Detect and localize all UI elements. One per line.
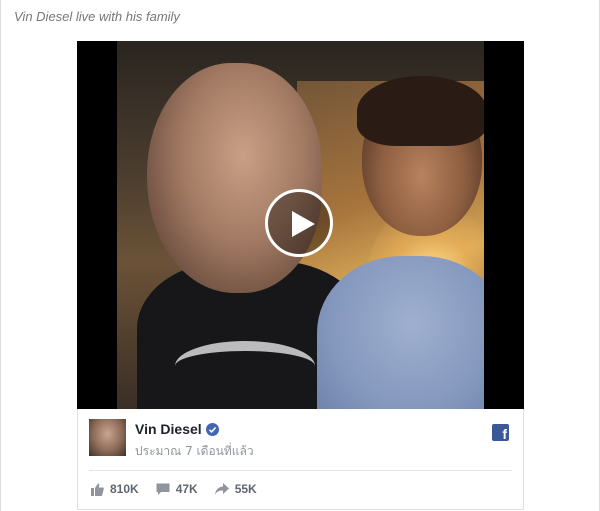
- thumbnail-child-body: [317, 256, 484, 409]
- play-icon: [292, 211, 315, 237]
- comment-stat[interactable]: 47K: [156, 482, 198, 496]
- thumbnail-shirt-print: [175, 341, 315, 391]
- like-stat[interactable]: 810K: [91, 482, 139, 496]
- comment-icon: [156, 483, 170, 495]
- post-card: Vin Diesel ประมาณ 7 เดือนที่แล้ว f 810K: [77, 409, 524, 510]
- engagement-stats: 810K 47K 55K: [91, 482, 274, 496]
- video-player[interactable]: [77, 41, 524, 409]
- divider: [89, 470, 512, 471]
- share-icon: [214, 483, 229, 495]
- verified-badge-icon: [206, 423, 219, 436]
- facebook-video-embed: Vin Diesel ประมาณ 7 เดือนที่แล้ว f 810K: [77, 41, 524, 510]
- thumbnail-man-head: [147, 63, 322, 293]
- page: Vin Diesel live with his family Vin Dies…: [0, 0, 600, 511]
- thumbs-up-icon: [91, 483, 104, 496]
- share-count: 55K: [234, 482, 257, 496]
- thumbnail-child-hair: [357, 76, 484, 146]
- page-name-link[interactable]: Vin Diesel: [135, 421, 202, 437]
- share-stat[interactable]: 55K: [214, 482, 257, 496]
- avatar[interactable]: [89, 419, 126, 456]
- facebook-icon[interactable]: f: [492, 424, 509, 442]
- post-timestamp[interactable]: ประมาณ 7 เดือนที่แล้ว: [135, 442, 254, 461]
- comment-count: 47K: [175, 482, 198, 496]
- like-count: 810K: [110, 482, 139, 496]
- play-button[interactable]: [265, 189, 333, 257]
- caption: Vin Diesel live with his family: [14, 9, 180, 24]
